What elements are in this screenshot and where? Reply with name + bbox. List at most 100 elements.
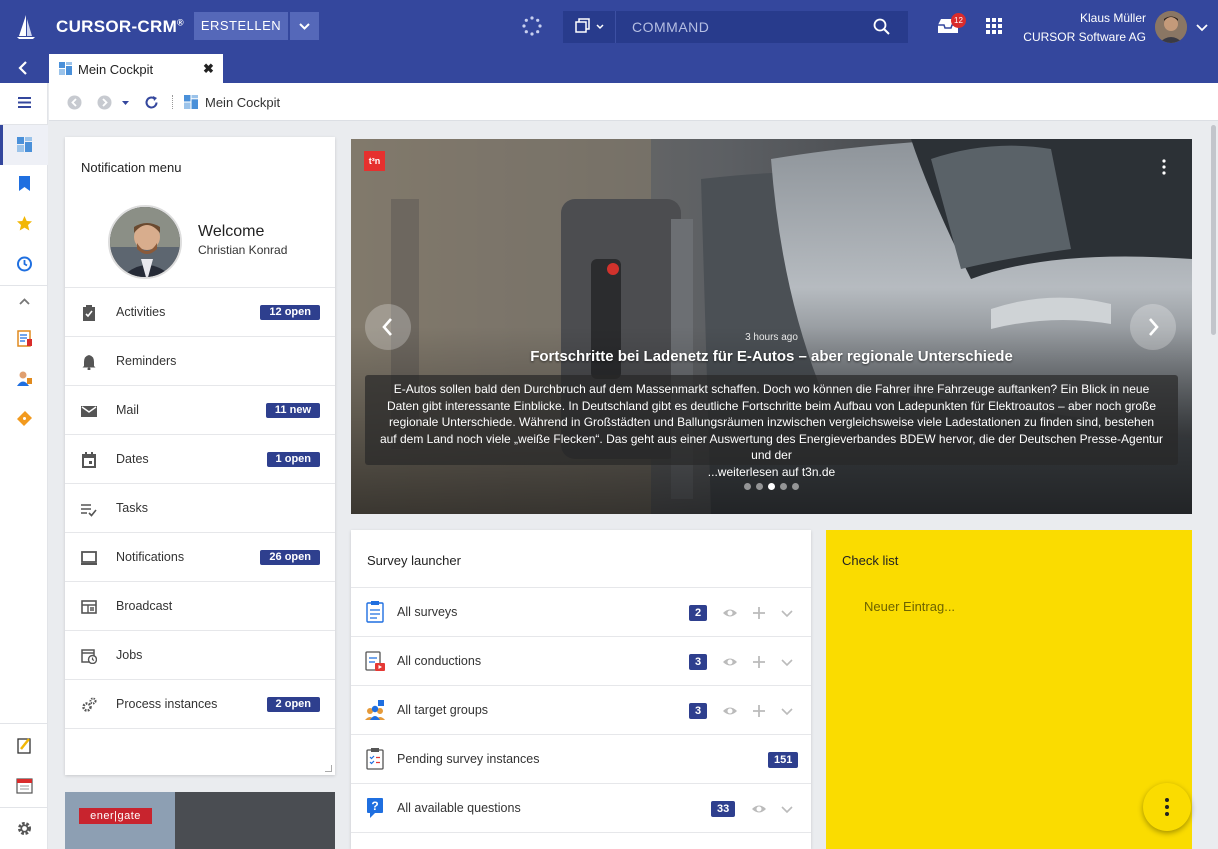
plus-icon[interactable] [751,605,767,621]
apps-grid-icon[interactable] [986,18,1002,34]
survey-item-all-target-groups[interactable]: All target groups 3 [351,685,811,734]
create-dropdown-button[interactable] [290,12,319,40]
more-vertical-icon[interactable] [1162,159,1166,175]
notification-item-jobs[interactable]: Jobs [65,630,335,679]
plus-icon[interactable] [751,703,767,719]
sidebar-item-favorites[interactable] [0,204,48,244]
welcome-heading: Welcome [198,223,265,240]
carousel-next-button[interactable] [1130,304,1176,350]
contact-person-icon [17,371,32,386]
refresh-icon[interactable] [144,95,159,110]
carousel-dot[interactable] [768,483,775,490]
eye-icon[interactable] [722,605,738,621]
survey-item-pending-survey-instances[interactable]: Pending survey instances 151 [351,734,811,783]
carousel-dot[interactable] [792,483,799,490]
sidebar-item-tickets[interactable] [0,399,48,439]
sidebar-item-reports[interactable] [0,319,48,359]
new-entry-input[interactable] [864,596,1164,616]
tab-label: Mein Cockpit [78,62,154,77]
news-read-more-link[interactable]: ...weiterlesen auf t3n.de [379,464,1164,481]
calendar-icon [16,778,33,794]
inbox-count-badge: 12 [951,13,966,28]
panel-title: Check list [842,553,899,568]
command-input[interactable] [618,11,868,43]
bell-icon [82,355,96,370]
loading-spinner-icon [522,16,542,36]
calendar-clock-icon [81,649,97,664]
carousel-dot[interactable] [744,483,751,490]
survey-item-all-surveys[interactable]: All surveys 2 [351,587,811,636]
divider [351,832,811,849]
left-sidebar [0,83,48,849]
chevron-down-icon[interactable] [779,605,795,621]
news-headline[interactable]: Fortschritte bei Ladenetz für E-Autos – … [351,348,1192,365]
eye-icon[interactable] [751,801,767,817]
notification-item-label: Broadcast [116,599,173,613]
user-portrait-icon [1155,11,1187,43]
brand-name[interactable]: CURSOR-CRM® [56,17,184,37]
more-vertical-icon [1165,798,1169,816]
forward-icon[interactable] [97,95,112,110]
sidebar-item-history[interactable] [0,244,48,284]
news-summary: E-Autos sollen bald den Durchbruch auf d… [365,375,1178,479]
carousel-prev-button[interactable] [365,304,411,350]
svg-text:?: ? [371,799,378,813]
energate-logo[interactable]: ener|gate [79,808,152,824]
chevron-down-icon[interactable] [779,703,795,719]
notification-item-reminders[interactable]: Reminders [65,336,335,385]
sailboat-logo-icon[interactable] [16,14,36,40]
carousel-dot[interactable] [780,483,787,490]
notepad-icon [17,738,31,754]
sidebar-item-cockpit[interactable] [0,125,48,165]
tab-mein-cockpit[interactable]: Mein Cockpit ✖ [49,54,223,83]
news-timestamp: 3 hours ago [745,332,798,343]
more-actions-button[interactable] [1143,783,1191,831]
scrollbar-thumb[interactable] [1211,125,1216,335]
news-body-text: E-Autos sollen bald den Durchbruch auf d… [379,382,1164,462]
tab-strip: Mein Cockpit ✖ [0,54,1218,83]
sidebar-item-contacts[interactable] [0,359,48,399]
history-dropdown-icon[interactable] [121,95,130,110]
notification-item-mail[interactable]: Mail 11 new [65,385,335,434]
count-badge: 2 [689,605,708,621]
checklist-panel: Check list [826,530,1192,849]
sidebar-item-settings[interactable] [0,809,48,849]
news-source-logo[interactable]: t³n [364,151,385,171]
survey-item-all-conductions[interactable]: All conductions 3 [351,636,811,685]
user-name[interactable]: Klaus Müller [1080,11,1146,25]
carousel-dot[interactable] [756,483,763,490]
sidebar-item-calendar[interactable] [0,766,48,806]
notification-item-notifications[interactable]: Notifications 26 open [65,532,335,581]
sidebar-item-bookmarks[interactable] [0,164,48,204]
chevron-down-icon[interactable] [779,654,795,670]
search-icon[interactable] [873,18,891,36]
chevron-down-icon[interactable] [1196,22,1208,32]
plus-icon[interactable] [751,654,767,670]
eye-icon[interactable] [722,703,738,719]
survey-clipboard-icon [366,601,384,623]
notification-item-tasks[interactable]: Tasks [65,483,335,532]
chevron-down-icon[interactable] [779,801,795,817]
back-icon[interactable] [67,95,82,110]
sidebar-collapse-section[interactable] [0,282,48,322]
chevron-left-icon[interactable] [17,60,31,76]
command-scope-selector[interactable] [563,11,616,43]
history-clock-icon [17,256,32,272]
page-scrollbar[interactable] [1208,121,1218,849]
survey-item-all-available-questions[interactable]: ? All available questions 33 [351,783,811,832]
close-icon[interactable]: ✖ [203,61,214,77]
panel-title: Survey launcher [367,553,461,568]
create-button[interactable]: ERSTELLEN [194,12,288,40]
notification-item-activities[interactable]: Activities 12 open [65,287,335,336]
carousel-indicators [744,483,804,491]
notification-item-process-instances[interactable]: Process instances 2 open [65,679,335,728]
notification-item-broadcast[interactable]: Broadcast [65,581,335,630]
resize-handle[interactable] [325,765,332,772]
sidebar-item-menu[interactable] [0,83,48,123]
avatar[interactable] [1155,11,1187,43]
eye-icon[interactable] [722,654,738,670]
status-badge: 12 open [260,305,320,320]
sidebar-item-notes[interactable] [0,726,48,766]
notification-item-dates[interactable]: Dates 1 open [65,434,335,483]
star-icon [17,216,32,231]
